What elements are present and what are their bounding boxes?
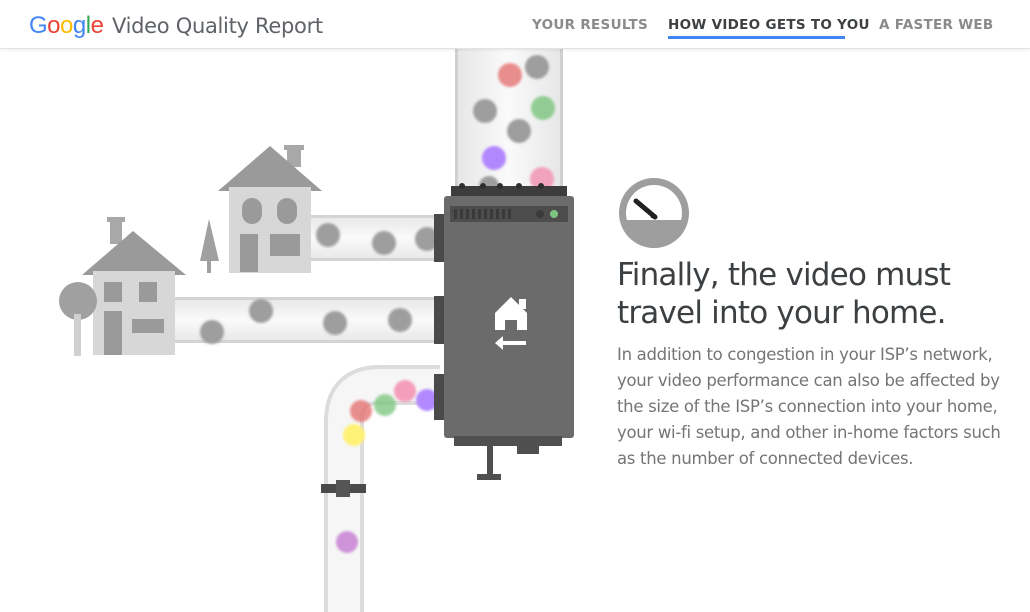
logo-letter: o	[60, 12, 73, 39]
pipe-upper-house	[300, 215, 440, 261]
google-logo[interactable]: Google	[29, 12, 104, 40]
explanation-paragraph: In addition to congestion in your ISP’s …	[617, 345, 1001, 468]
pipe-lower-house	[170, 297, 440, 344]
gauge-icon	[619, 178, 689, 248]
active-tab-underline	[668, 36, 845, 39]
network-illustration	[59, 49, 574, 612]
nav-how-video-gets-to-you[interactable]: HOW VIDEO GETS TO YOU	[668, 17, 870, 33]
upper-house-icon	[218, 145, 322, 273]
nav-your-results[interactable]: YOUR RESULTS	[532, 17, 648, 33]
logo-letter: e	[90, 12, 104, 39]
isp-router-box	[434, 183, 574, 480]
tree-icon	[200, 219, 219, 273]
page-headline: Finally, the video must travel into your…	[617, 257, 951, 331]
top-header: Google Video Quality Report YOUR RESULTS…	[0, 0, 1030, 49]
round-tree-icon	[59, 282, 97, 356]
outgoing-pipe	[321, 365, 440, 612]
logo-letter: G	[29, 12, 48, 39]
lower-house-icon	[82, 217, 186, 355]
product-name: Video Quality Report	[112, 14, 323, 38]
nav-a-faster-web[interactable]: A FASTER WEB	[879, 17, 994, 33]
logo-letter: o	[47, 12, 61, 39]
logo-letter: g	[72, 12, 86, 39]
